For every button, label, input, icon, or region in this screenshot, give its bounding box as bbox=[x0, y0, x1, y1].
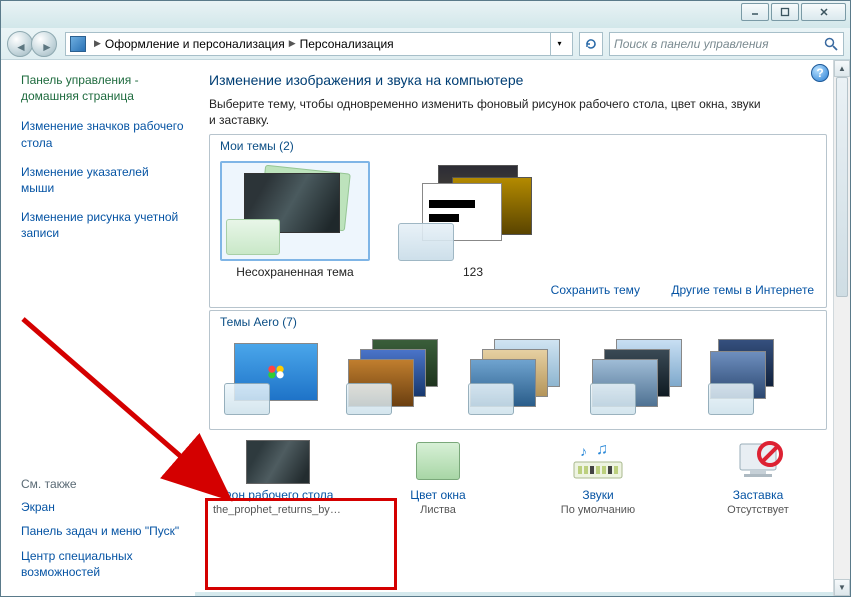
sidebar: Панель управления - домашняя страница Из… bbox=[1, 60, 195, 596]
action-screensaver[interactable]: Заставка Отсутствует bbox=[693, 440, 823, 516]
action-window-color-label: Цвет окна bbox=[373, 488, 503, 502]
link-save-theme[interactable]: Сохранить тему bbox=[551, 283, 640, 297]
maximize-button[interactable] bbox=[771, 3, 799, 21]
title-bar bbox=[1, 1, 850, 28]
svg-text:♪: ♪ bbox=[580, 443, 587, 459]
minimize-button[interactable] bbox=[741, 3, 769, 21]
action-sounds-label: Звуки bbox=[533, 488, 663, 502]
breadcrumb[interactable]: ▶ Оформление и персонализация ▶ Персонал… bbox=[65, 32, 573, 56]
page-intro: Выберите тему, чтобы одновременно измени… bbox=[209, 96, 769, 128]
breadcrumb-dropdown[interactable]: ▾ bbox=[550, 33, 568, 55]
nav-buttons: ◄ ► bbox=[7, 30, 59, 58]
vertical-scrollbar[interactable]: ▲ ▼ bbox=[833, 60, 850, 596]
sidebar-link-account-picture[interactable]: Изменение рисунка учетной записи bbox=[21, 209, 185, 241]
scroll-thumb[interactable] bbox=[836, 77, 848, 297]
action-window-color-value: Листва bbox=[373, 504, 503, 516]
search-placeholder: Поиск в панели управления bbox=[614, 37, 769, 51]
sidebar-home-link[interactable]: Панель управления - домашняя страница bbox=[21, 72, 185, 104]
action-screensaver-label: Заставка bbox=[693, 488, 823, 502]
chevron-right-icon: ▶ bbox=[92, 38, 103, 49]
window: ◄ ► ▶ Оформление и персонализация ▶ Перс… bbox=[0, 0, 851, 597]
sounds-icon: ♪ ♫ bbox=[566, 440, 630, 484]
group-my-themes: Мои темы (2) Несохраненная тема bbox=[209, 134, 827, 308]
aero-theme-5[interactable] bbox=[708, 337, 778, 417]
sidebar-link-desktop-icons[interactable]: Изменение значков рабочего стола bbox=[21, 118, 185, 150]
main-wrap: ? Изменение изображения и звука на компь… bbox=[195, 60, 850, 596]
action-sounds-value: По умолчанию bbox=[533, 504, 663, 516]
search-icon bbox=[823, 36, 839, 55]
action-row: Фон рабочего стола the_prophet_returns_b… bbox=[209, 432, 827, 516]
close-button[interactable] bbox=[801, 3, 846, 21]
sidebar-link-display[interactable]: Экран bbox=[21, 499, 185, 515]
aero-theme-4[interactable] bbox=[586, 337, 694, 417]
action-desktop-background[interactable]: Фон рабочего стола the_prophet_returns_b… bbox=[213, 440, 343, 516]
sidebar-link-mouse-pointers[interactable]: Изменение указателей мыши bbox=[21, 164, 185, 196]
address-bar: ◄ ► ▶ Оформление и персонализация ▶ Перс… bbox=[1, 28, 850, 60]
group-my-themes-legend: Мои темы (2) bbox=[218, 139, 296, 153]
nav-forward-button[interactable]: ► bbox=[31, 31, 57, 57]
svg-text:♫: ♫ bbox=[596, 441, 608, 458]
nav-back-button[interactable]: ◄ bbox=[7, 31, 33, 57]
group-aero-themes: Темы Aero (7) bbox=[209, 310, 827, 430]
breadcrumb-item-2[interactable]: Персонализация bbox=[300, 37, 394, 51]
action-desktop-background-label: Фон рабочего стола bbox=[213, 488, 343, 502]
aero-theme-2[interactable] bbox=[342, 337, 450, 417]
action-window-color[interactable]: Цвет окна Листва bbox=[373, 440, 503, 516]
help-icon[interactable]: ? bbox=[811, 64, 829, 82]
sidebar-link-ease-of-access[interactable]: Центр специальных возможностей bbox=[21, 548, 185, 580]
action-desktop-background-value: the_prophet_returns_by_m... bbox=[213, 504, 343, 516]
sidebar-link-taskbar[interactable]: Панель задач и меню "Пуск" bbox=[21, 523, 185, 539]
aero-theme-3[interactable] bbox=[464, 337, 572, 417]
scroll-up-button[interactable]: ▲ bbox=[834, 60, 850, 77]
aero-theme-1[interactable] bbox=[220, 337, 328, 417]
window-color-icon bbox=[406, 440, 470, 484]
theme-label-123: 123 bbox=[398, 265, 548, 279]
group-aero-themes-legend: Темы Aero (7) bbox=[218, 315, 299, 329]
chevron-right-icon: ▶ bbox=[287, 38, 298, 49]
scroll-down-button[interactable]: ▼ bbox=[834, 579, 850, 596]
action-screensaver-value: Отсутствует bbox=[693, 504, 823, 516]
breadcrumb-item-1[interactable]: Оформление и персонализация bbox=[105, 37, 285, 51]
theme-tile-123[interactable]: 123 bbox=[398, 161, 548, 279]
sidebar-see-also-head: См. также bbox=[21, 477, 185, 491]
page-title: Изменение изображения и звука на компьют… bbox=[209, 72, 827, 88]
content-area: Панель управления - домашняя страница Из… bbox=[1, 60, 850, 596]
action-sounds[interactable]: ♪ ♫ Звуки По умолчанию bbox=[533, 440, 663, 516]
screensaver-icon bbox=[726, 440, 790, 484]
control-panel-icon bbox=[70, 36, 86, 52]
theme-tile-unsaved[interactable]: Несохраненная тема bbox=[220, 161, 370, 279]
link-more-themes[interactable]: Другие темы в Интернете bbox=[671, 283, 814, 297]
desktop-background-icon bbox=[246, 440, 310, 484]
refresh-button[interactable] bbox=[579, 32, 603, 56]
search-input[interactable]: Поиск в панели управления bbox=[609, 32, 844, 56]
theme-label-unsaved: Несохраненная тема bbox=[220, 265, 370, 279]
main-pane: ? Изменение изображения и звука на компь… bbox=[195, 60, 833, 596]
